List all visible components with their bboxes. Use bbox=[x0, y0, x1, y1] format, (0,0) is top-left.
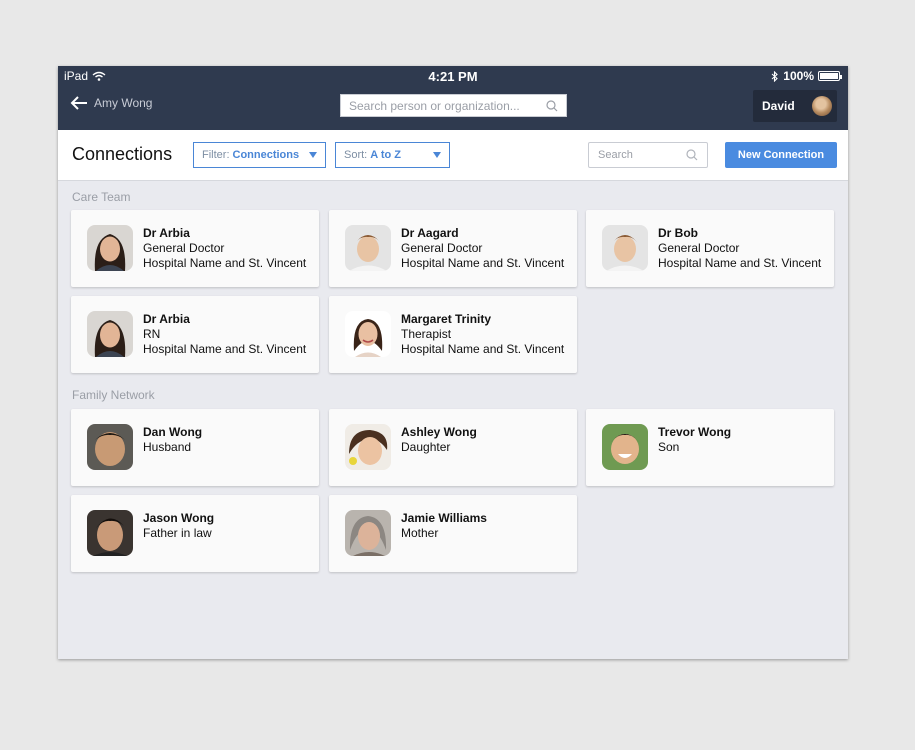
connection-info: Dr Arbia RN Hospital Name and St. Vincen… bbox=[143, 312, 306, 357]
connection-organization: Hospital Name and St. Vincent bbox=[401, 256, 565, 270]
sort-value: A to Z bbox=[370, 149, 401, 161]
connection-role: General Doctor bbox=[401, 241, 483, 255]
connection-info: Ashley Wong Daughter bbox=[401, 425, 477, 455]
connection-info: Dan Wong Husband bbox=[143, 425, 202, 455]
back-button[interactable]: Amy Wong bbox=[70, 96, 152, 110]
connection-info: Margaret Trinity Therapist Hospital Name… bbox=[401, 312, 564, 357]
connection-organization: Hospital Name and St. Vincent bbox=[143, 256, 307, 270]
connection-role: Therapist bbox=[401, 327, 452, 341]
connection-organization: Hospital Name and St. Vincent bbox=[401, 342, 565, 356]
connections-search-box[interactable] bbox=[588, 142, 708, 168]
connection-card[interactable]: Jason Wong Father in law bbox=[71, 495, 319, 572]
status-bar-right: 100% bbox=[771, 69, 842, 83]
connection-name: Trevor Wong bbox=[658, 425, 732, 439]
chevron-down-icon bbox=[433, 152, 441, 158]
connection-card[interactable]: Margaret Trinity Therapist Hospital Name… bbox=[329, 296, 577, 373]
connection-role: General Doctor bbox=[143, 241, 225, 255]
connections-search-input[interactable] bbox=[598, 149, 686, 161]
top-navigation-bar: iPad 4:21 PM 100% Amy Wong Search person… bbox=[58, 66, 848, 130]
sort-label: Sort: bbox=[344, 149, 368, 161]
connection-name: Margaret Trinity bbox=[401, 312, 492, 326]
avatar bbox=[811, 96, 832, 116]
connection-organization: Hospital Name and St. Vincent bbox=[658, 256, 822, 270]
connection-card[interactable]: Ashley Wong Daughter bbox=[329, 409, 577, 486]
connection-role: Husband bbox=[143, 440, 192, 454]
section-title-family-network: Family Network bbox=[72, 388, 155, 402]
page-title: Connections bbox=[72, 144, 173, 164]
connection-info: Jamie Williams Mother bbox=[401, 511, 487, 541]
connection-role: Mother bbox=[401, 526, 439, 540]
connection-card[interactable]: Dan Wong Husband bbox=[71, 409, 319, 486]
avatar bbox=[602, 225, 648, 271]
avatar bbox=[345, 424, 391, 470]
connection-info: Trevor Wong Son bbox=[658, 425, 731, 455]
connection-info: Jason Wong Father in law bbox=[143, 511, 214, 541]
connection-name: Dr Aagard bbox=[401, 226, 459, 240]
connection-name: Dr Bob bbox=[658, 226, 698, 240]
filter-value: Connections bbox=[232, 149, 300, 161]
ipad-screen: iPad 4:21 PM 100% Amy Wong Search person… bbox=[58, 66, 848, 659]
sort-dropdown[interactable]: Sort: A to Z bbox=[335, 142, 450, 168]
avatar bbox=[602, 424, 648, 470]
back-label: Amy Wong bbox=[94, 96, 153, 110]
search-icon bbox=[546, 99, 558, 111]
connection-name: Dan Wong bbox=[143, 425, 203, 439]
avatar bbox=[87, 424, 133, 470]
connection-info: Dr Arbia General Doctor Hospital Name an… bbox=[143, 226, 306, 271]
connection-name: Dr Arbia bbox=[143, 312, 190, 326]
connection-card[interactable]: Dr Bob General Doctor Hospital Name and … bbox=[586, 210, 834, 287]
connection-role: RN bbox=[143, 327, 161, 341]
connection-name: Ashley Wong bbox=[401, 425, 477, 439]
avatar bbox=[87, 225, 133, 271]
new-connection-button[interactable]: New Connection bbox=[725, 142, 837, 168]
avatar bbox=[345, 311, 391, 357]
connection-organization: Hospital Name and St. Vincent bbox=[143, 342, 307, 356]
bluetooth-icon bbox=[771, 70, 779, 82]
status-time: 4:21 PM bbox=[428, 69, 478, 84]
connection-name: Jamie Williams bbox=[401, 511, 487, 525]
chevron-down-icon bbox=[309, 152, 317, 158]
search-icon bbox=[686, 149, 698, 161]
connection-card[interactable]: Dr Arbia RN Hospital Name and St. Vincen… bbox=[71, 296, 319, 373]
connection-name: Jason Wong bbox=[143, 511, 215, 525]
avatar bbox=[87, 510, 133, 556]
connection-card[interactable]: Trevor Wong Son bbox=[586, 409, 834, 486]
connection-role: General Doctor bbox=[658, 241, 740, 255]
global-search-box[interactable] bbox=[340, 94, 567, 117]
back-arrow-icon bbox=[70, 96, 87, 110]
connection-info: Dr Bob General Doctor Hospital Name and … bbox=[658, 226, 821, 271]
battery-percent: 100% bbox=[783, 69, 814, 83]
connection-role: Father in law bbox=[143, 526, 212, 540]
filter-dropdown[interactable]: Filter: Connections bbox=[193, 142, 326, 168]
avatar bbox=[87, 311, 133, 357]
battery-icon bbox=[818, 71, 842, 81]
section-title-care-team: Care Team bbox=[72, 190, 131, 204]
connection-name: Dr Arbia bbox=[143, 226, 190, 240]
connection-card[interactable]: Jamie Williams Mother bbox=[329, 495, 577, 572]
connections-toolbar: Connections Filter: Connections Sort: A … bbox=[58, 130, 848, 181]
connection-card[interactable]: Dr Arbia General Doctor Hospital Name an… bbox=[71, 210, 319, 287]
filter-label: Filter: bbox=[202, 149, 230, 161]
user-profile-button[interactable]: David bbox=[753, 90, 837, 122]
user-name: David bbox=[762, 99, 795, 113]
connection-card[interactable]: Dr Aagard General Doctor Hospital Name a… bbox=[329, 210, 577, 287]
connection-role: Daughter bbox=[401, 440, 451, 454]
avatar bbox=[345, 225, 391, 271]
global-search-input[interactable] bbox=[349, 98, 546, 113]
avatar bbox=[345, 510, 391, 556]
connection-role: Son bbox=[658, 440, 680, 454]
connection-info: Dr Aagard General Doctor Hospital Name a… bbox=[401, 226, 564, 271]
